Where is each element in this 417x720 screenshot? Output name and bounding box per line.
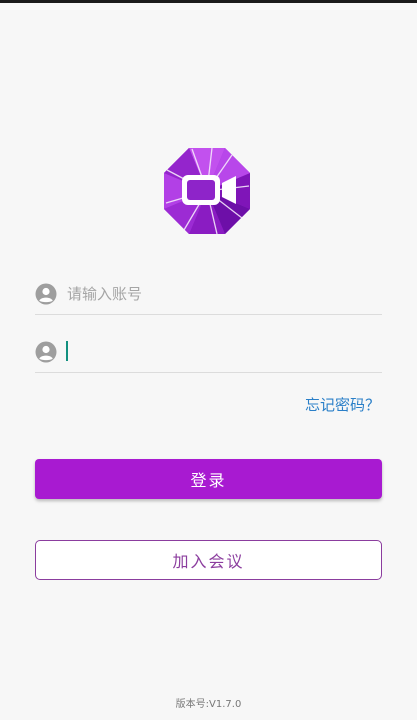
status-bar-strip — [0, 0, 417, 3]
password-input[interactable] — [67, 337, 367, 367]
user-icon — [35, 341, 57, 363]
user-icon — [35, 283, 57, 305]
login-button[interactable]: 登录 — [35, 459, 382, 499]
username-input[interactable] — [67, 279, 367, 309]
username-field-row — [35, 274, 382, 315]
app-logo-icon — [164, 147, 250, 235]
join-meeting-button[interactable]: 加入会议 — [35, 540, 382, 580]
forgot-password-link[interactable]: 忘记密码？ — [305, 394, 380, 415]
version-label: 版本号:V1.7.0 — [175, 699, 242, 710]
password-field-row — [35, 332, 382, 373]
